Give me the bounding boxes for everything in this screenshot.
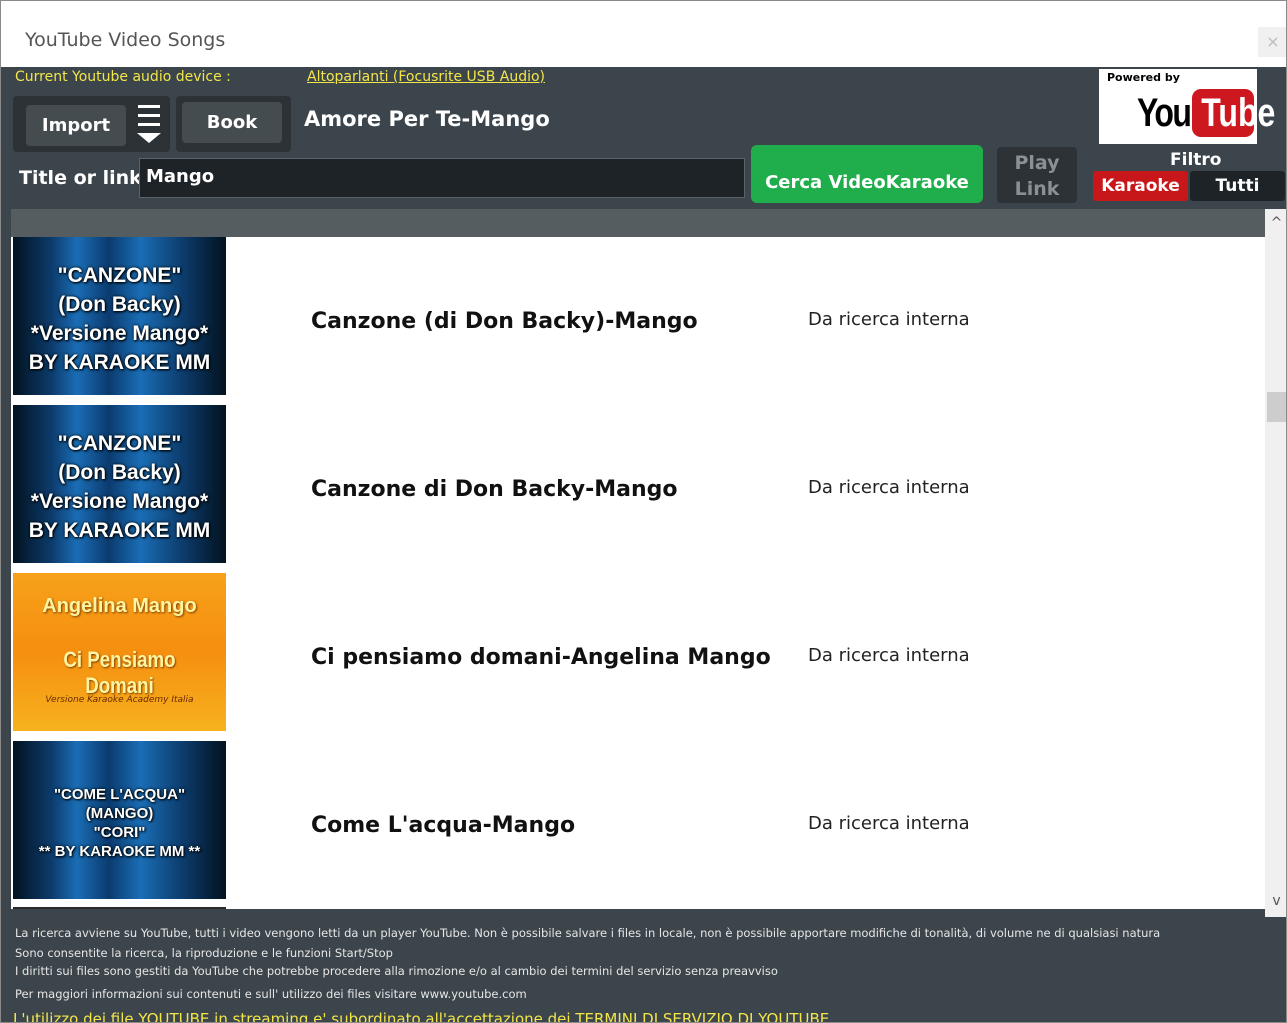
powered-by-text: Powered by: [1107, 71, 1180, 84]
song-source: Da ricerca interna: [808, 645, 970, 666]
footer-disclaimer-line4: Per maggiori informazioni sui contenuti …: [15, 987, 527, 1001]
audio-device-link[interactable]: Altoparlanti (Focusrite USB Audio): [307, 69, 545, 85]
logo-you-text: You: [1137, 91, 1192, 135]
book-button[interactable]: Book: [182, 102, 282, 143]
youtube-logo: Powered by You Tube: [1099, 69, 1275, 144]
song-source: Da ricerca interna: [808, 813, 970, 834]
footer-disclaimer-line3: I diritti sui files sono gestiti da YouT…: [15, 964, 778, 978]
filter-karaoke-button[interactable]: Karaoke: [1093, 171, 1188, 201]
footer-disclaimer-line1: La ricerca avviene su YouTube, tutti i v…: [15, 926, 1161, 940]
logo-tube-text: Tube: [1201, 91, 1276, 135]
result-row[interactable]: "CANZONE" (Don Backy) *Versione Mango* B…: [11, 405, 1265, 573]
video-thumbnail[interactable]: Angelina Mango Ci Pensiamo Domani Versio…: [13, 573, 226, 731]
song-title[interactable]: Canzone (di Don Backy)-Mango: [311, 309, 698, 334]
results-list[interactable]: "CANZONE" (Don Backy) *Versione Mango* B…: [11, 237, 1265, 909]
video-thumbnail[interactable]: "COME L'ACQUA" (MANGO) "CORI" ** BY KARA…: [13, 741, 226, 899]
song-source: Da ricerca interna: [808, 477, 970, 498]
result-row[interactable]: Angelina Mango Ci Pensiamo Domani Versio…: [11, 573, 1265, 741]
scrollbar-thumb[interactable]: [1267, 392, 1286, 422]
results-scrollbar[interactable]: ^ v: [1265, 209, 1286, 917]
video-thumbnail[interactable]: "CANZONE" (Don Backy) *Versione Mango* B…: [13, 237, 226, 395]
scroll-up-arrow-icon[interactable]: ^: [1265, 215, 1286, 231]
filter-label: Filtro: [1170, 150, 1222, 170]
song-title[interactable]: Ci pensiamo domani-Angelina Mango: [311, 645, 771, 670]
results-list-header: [11, 209, 1265, 237]
thumbnail-caption-text: Versione Karaoke Academy Italia: [45, 695, 194, 705]
thumbnail-artist-text: Angelina Mango: [42, 595, 197, 617]
result-row[interactable]: "COME L'ACQUA" (MANGO) "CORI" ** BY KARA…: [11, 741, 1265, 909]
search-videokaraoke-button[interactable]: Cerca VideoKaraoke: [751, 145, 983, 203]
now-playing-title: Amore Per Te-Mango: [304, 107, 550, 131]
title-bar: YouTube Video Songs ×: [1, 1, 1286, 67]
next-thumbnail-partial: [13, 907, 226, 909]
menu-toggle-button[interactable]: [132, 101, 170, 147]
window-title: YouTube Video Songs: [25, 29, 226, 51]
youtube-video-songs-window: YouTube Video Songs × Current Youtube au…: [0, 0, 1287, 1023]
song-source: Da ricerca interna: [808, 309, 970, 330]
result-row[interactable]: "CANZONE" (Don Backy) *Versione Mango* B…: [11, 237, 1265, 405]
play-link-line1: Play: [1014, 152, 1060, 174]
import-button[interactable]: Import: [26, 105, 126, 146]
play-link-button[interactable]: Play Link: [997, 147, 1077, 203]
search-input[interactable]: Mango: [139, 158, 745, 198]
search-label: Title or link: [19, 167, 142, 189]
footer-disclaimer-line2: Sono consentite la ricerca, la riproduzi…: [15, 946, 393, 960]
thumbnail-text: "CANZONE" (Don Backy) *Versione Mango* B…: [28, 264, 211, 374]
thumbnail-text: "CANZONE" (Don Backy) *Versione Mango* B…: [28, 432, 211, 542]
thumbnail-title-text: Ci Pensiamo Domani: [63, 647, 176, 698]
filter-tutti-button[interactable]: Tutti: [1190, 171, 1285, 201]
audio-device-label: Current Youtube audio device :: [15, 69, 231, 85]
video-thumbnail[interactable]: "CANZONE" (Don Backy) *Versione Mango* B…: [13, 405, 226, 563]
play-link-line2: Link: [1014, 178, 1060, 200]
thumbnail-text: "COME L'ACQUA" (MANGO) "CORI" ** BY KARA…: [38, 786, 201, 860]
youtube-terms-notice[interactable]: L'utilizzo dei file YOUTUBE in streaming…: [13, 1010, 829, 1022]
close-button[interactable]: ×: [1258, 27, 1286, 57]
logo-tube-badge: Tube: [1192, 89, 1275, 137]
song-title[interactable]: Come L'acqua-Mango: [311, 813, 575, 838]
dropdown-arrow-icon: [137, 133, 161, 143]
scroll-down-arrow-icon[interactable]: v: [1265, 893, 1286, 909]
song-title[interactable]: Canzone di Don Backy-Mango: [311, 477, 677, 502]
